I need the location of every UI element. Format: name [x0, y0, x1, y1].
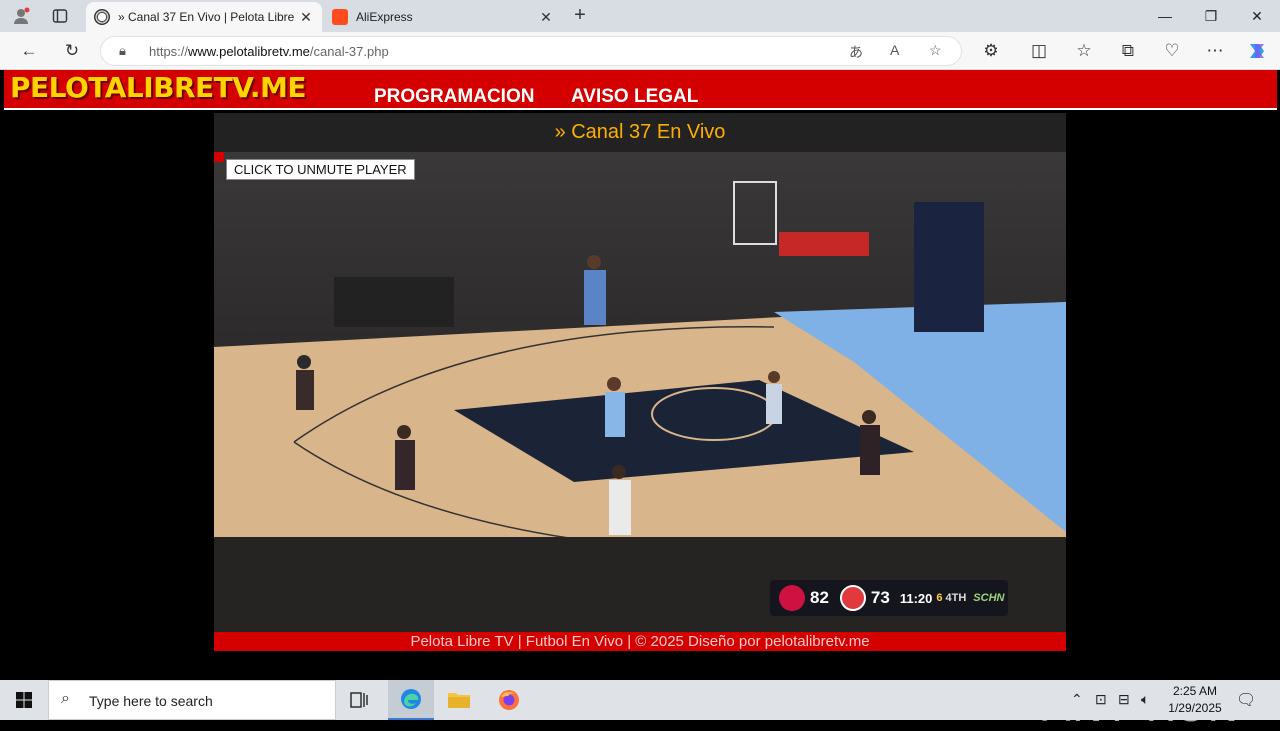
network-logo: SCHN [973, 592, 1005, 604]
notifications-icon[interactable]: 🗨︎ [1236, 690, 1256, 710]
minimize-button[interactable]: — [1142, 0, 1188, 32]
player-corner-marker [214, 152, 224, 162]
rockets-logo-icon [779, 585, 805, 611]
taskbar: ⌕ Type here to search ⌃ ⊡ ⊟ 🔈︎ 2:25 AM 1… [0, 680, 1280, 720]
taskbar-firefox[interactable] [486, 680, 532, 720]
browser-essentials-icon[interactable]: ♡ [1157, 37, 1187, 65]
lock-icon[interactable]: 🔒︎ [119, 43, 126, 59]
back-button[interactable]: ← [14, 37, 44, 65]
site-logo[interactable]: PELOTALIBRETV.ME [10, 71, 306, 104]
aliexpress-icon [332, 9, 348, 25]
close-icon[interactable]: ✕ [298, 9, 314, 26]
address-bar[interactable]: 🔒︎ https://www.pelotalibretv.me/canal-37… [100, 36, 962, 66]
copilot-icon[interactable] [1242, 37, 1272, 65]
read-aloud-icon[interactable]: A [890, 42, 899, 58]
clock-date: 1/29/2025 [1168, 701, 1222, 715]
folder-icon [448, 693, 470, 708]
chevron-up-icon[interactable]: ⌃ [1071, 691, 1083, 708]
tab-title: AliExpress [356, 10, 413, 24]
away-score: 82 [810, 588, 829, 607]
favorite-star-icon[interactable]: ☆ [929, 42, 942, 59]
unmute-button[interactable]: CLICK TO UNMUTE PLAYER [226, 159, 415, 180]
menu-aviso-legal[interactable]: AVISO LEGAL [571, 86, 698, 108]
translate-icon[interactable]: あ [849, 42, 863, 62]
restore-button[interactable]: ❐ [1188, 0, 1234, 32]
tab-aliexpress[interactable]: AliExpress ✕ [324, 2, 562, 32]
page-title: » Canal 37 En Vivo [214, 113, 1066, 152]
windows-logo-icon [16, 692, 32, 708]
volume-icon[interactable]: 🔈︎ [1141, 691, 1149, 708]
clock-time: 2:25 AM [1172, 684, 1218, 698]
more-menu-icon[interactable]: ⋯ [1200, 37, 1230, 65]
favorites-icon[interactable]: ☆ [1069, 37, 1099, 65]
taskbar-search-box[interactable]: ⌕ Type here to search [48, 680, 336, 720]
tab-title: » Canal 37 En Vivo | Pelota Libre TV [118, 10, 298, 24]
site-footer: Pelota Libre TV | Futbol En Vivo | © 202… [214, 632, 1066, 651]
close-window-button[interactable]: ✕ [1234, 0, 1280, 32]
soccer-ball-icon [94, 9, 110, 25]
timeouts: 6 [936, 592, 943, 604]
home-score: 73 [870, 588, 890, 607]
close-icon[interactable]: ✕ [538, 9, 554, 26]
quarter: 4TH [945, 592, 967, 604]
split-screen-icon[interactable]: ◫ [1024, 37, 1054, 65]
browser-toolbar: ← ↻ 🔒︎ https://www.pelotalibretv.me/cana… [0, 32, 1280, 70]
main-content: » Canal 37 En Vivo CLICK TO UNMUTE PLAYE… [214, 113, 1066, 651]
extensions-icon[interactable]: ⚙ [976, 37, 1006, 65]
edge-icon [401, 689, 421, 709]
meet-now-icon[interactable]: ⊡ [1095, 691, 1107, 708]
game-clock: 11:20 [899, 590, 933, 606]
menu-programacion[interactable]: PROGRAMACION [374, 86, 534, 108]
tab-canal-37[interactable]: » Canal 37 En Vivo | Pelota Libre TV ✕ [86, 2, 322, 32]
profile-icon[interactable] [8, 4, 34, 28]
hawks-logo-icon [839, 585, 866, 611]
web-page: PELOTALIBRETV.ME PROGRAMACION AVISO LEGA… [4, 70, 1277, 731]
taskbar-clock[interactable]: 2:25 AM 1/29/2025 [1162, 683, 1228, 717]
video-frame [214, 152, 1066, 632]
refresh-button[interactable]: ↻ [57, 37, 87, 65]
task-view-icon [350, 692, 368, 708]
scorebug: 82 73 11:20 6 4TH SCHN [770, 580, 1008, 616]
browser-tab-strip: » Canal 37 En Vivo | Pelota Libre TV ✕ A… [0, 0, 1280, 32]
new-tab-button[interactable]: + [568, 4, 592, 28]
collections-icon[interactable]: ⧉ [1113, 37, 1143, 65]
url-text: https://www.pelotalibretv.me/canal-37.ph… [149, 44, 389, 59]
search-icon: ⌕ [61, 690, 70, 707]
video-player[interactable]: CLICK TO UNMUTE PLAYER 82 73 11:20 6 4TH… [214, 152, 1066, 632]
site-header: PELOTALIBRETV.ME PROGRAMACION AVISO LEGA… [4, 70, 1277, 110]
taskbar-edge[interactable] [388, 680, 434, 720]
firefox-icon [499, 690, 519, 710]
network-icon[interactable]: ⊟ [1118, 691, 1130, 708]
taskbar-file-explorer[interactable] [436, 680, 482, 720]
search-placeholder: Type here to search [89, 693, 213, 709]
task-view-button[interactable] [336, 680, 382, 720]
start-button[interactable] [0, 680, 48, 720]
tab-actions-icon[interactable] [47, 4, 73, 28]
